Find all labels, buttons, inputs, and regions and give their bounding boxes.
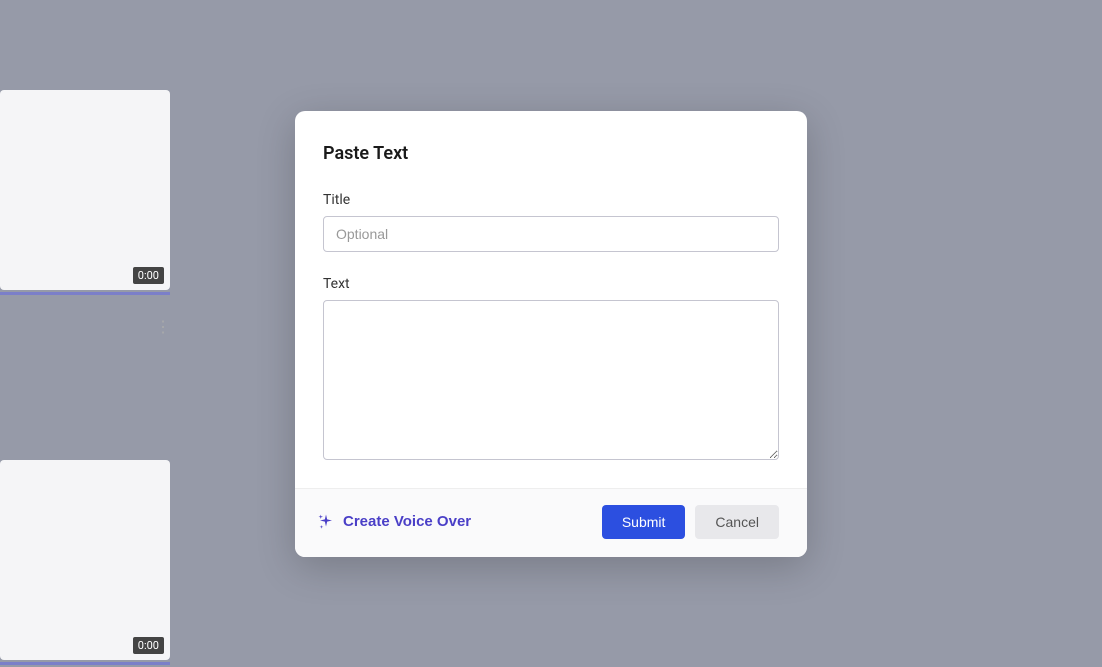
text-label: Text: [323, 276, 779, 292]
modal-overlay: Paste Text Title Text Create Voice Over: [0, 0, 1102, 667]
title-field-group: Title: [323, 192, 779, 252]
footer-actions: Submit Cancel: [602, 505, 779, 539]
text-field-group: Text: [323, 276, 779, 464]
modal-title: Paste Text: [323, 143, 779, 164]
modal-footer: Create Voice Over Submit Cancel: [295, 488, 807, 557]
title-input[interactable]: [323, 216, 779, 252]
text-textarea[interactable]: [323, 300, 779, 460]
modal-body: Paste Text Title Text: [295, 111, 807, 488]
cancel-button[interactable]: Cancel: [695, 505, 779, 539]
paste-text-modal: Paste Text Title Text Create Voice Over: [295, 111, 807, 557]
submit-button[interactable]: Submit: [602, 505, 686, 539]
title-label: Title: [323, 192, 779, 208]
create-voice-over-button[interactable]: Create Voice Over: [317, 513, 471, 531]
voice-over-label: Create Voice Over: [343, 513, 471, 530]
sparkle-icon: [317, 513, 335, 531]
